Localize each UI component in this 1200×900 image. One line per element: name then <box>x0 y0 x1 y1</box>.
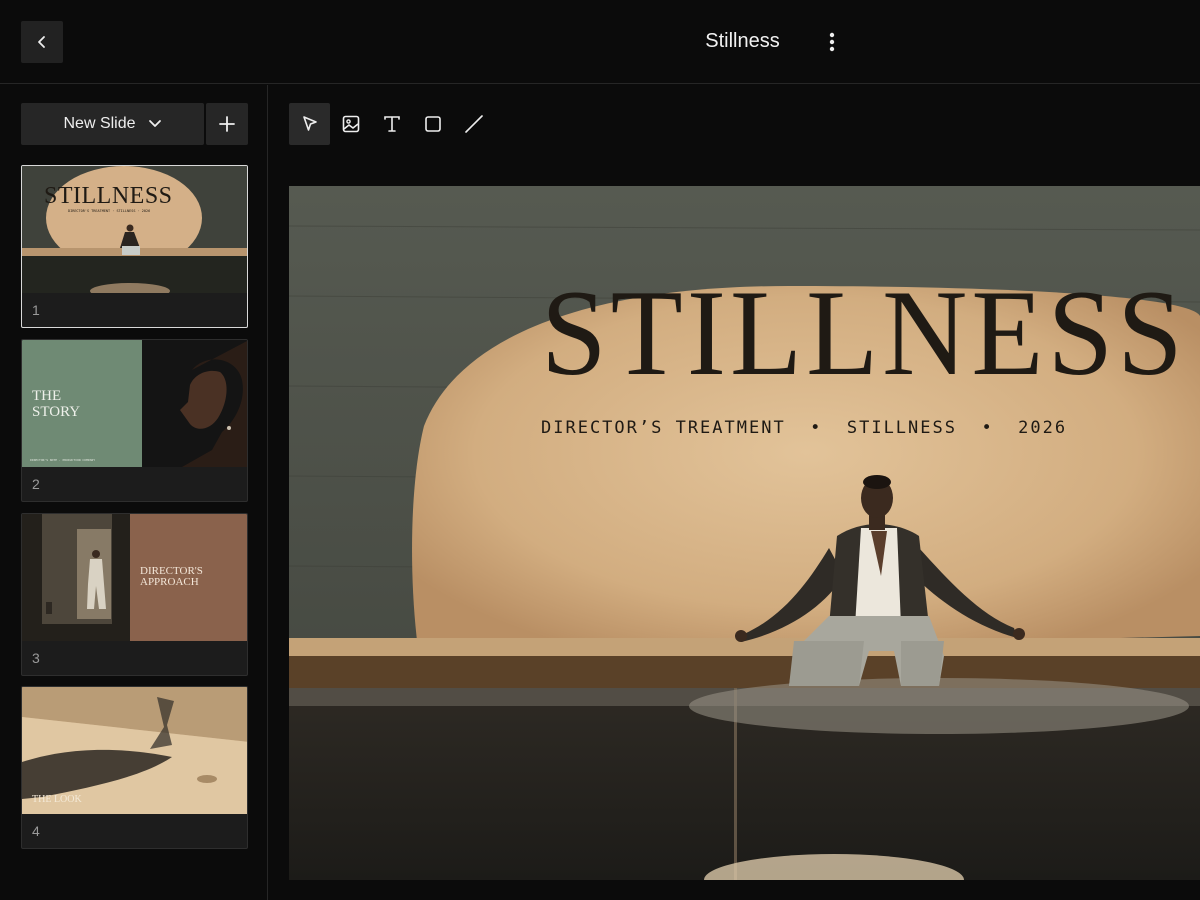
document-title: Stillness <box>705 30 780 52</box>
plus-icon <box>219 116 235 132</box>
back-button[interactable] <box>21 21 63 63</box>
slide-thumbnail-1[interactable]: STILLNESS DIRECTOR'S TREATMENT · STILLNE… <box>21 165 248 328</box>
slide-1-thumb-subtitle: DIRECTOR'S TREATMENT · STILLNESS · 2026 <box>68 209 150 213</box>
line-icon <box>464 115 483 133</box>
rectangle-icon <box>424 116 441 132</box>
slide-subtitle[interactable]: DIRECTOR’S TREATMENT • STILLNESS • 2026 <box>541 418 1067 438</box>
new-slide-label: New Slide <box>63 115 136 132</box>
line-tool-button[interactable] <box>453 103 494 145</box>
slide-2-thumb-footer: DIRECTOR'S NOTE · PRODUCTION COMPANY <box>30 458 95 462</box>
slide-number-2: 2 <box>32 476 40 492</box>
chevron-down-icon <box>148 120 161 127</box>
editor-toolbar <box>289 103 494 145</box>
slide-3-preview: DIRECTOR'S APPROACH <box>22 514 247 641</box>
slide-1-preview: STILLNESS DIRECTOR'S TREATMENT · STILLNE… <box>22 166 247 293</box>
slide-thumbnail-4[interactable]: THE LOOK 4 <box>21 686 248 849</box>
slide-thumbnail-3[interactable]: DIRECTOR'S APPROACH 3 <box>21 513 248 676</box>
more-vertical-icon <box>829 32 835 52</box>
slide-number-1: 1 <box>32 302 40 318</box>
slide-2-preview: THE STORY DIRECTOR'S NOTE · PRODUCTION C… <box>22 340 247 467</box>
rectangle-tool-button[interactable] <box>412 103 453 145</box>
image-icon <box>342 115 359 133</box>
slide-title[interactable]: STILLNESS <box>541 271 1187 395</box>
chevron-left-icon <box>38 36 45 48</box>
add-slide-button[interactable] <box>206 103 248 145</box>
slide-2-thumb-title-line1: THE <box>32 388 61 404</box>
text-icon <box>383 116 400 132</box>
slide-2-thumb-title-line2: STORY <box>32 404 80 420</box>
slide-number-4: 4 <box>32 823 40 839</box>
more-options-button[interactable] <box>820 26 844 58</box>
slide-number-3: 3 <box>32 650 40 666</box>
top-bar: Stillness <box>0 0 1200 84</box>
slides-sidebar: New Slide STILLNESS DIRECTOR'S TREATMENT… <box>0 85 268 900</box>
image-tool-button[interactable] <box>330 103 371 145</box>
slide-3-thumb-title-line2: APPROACH <box>140 576 199 588</box>
slide-thumbnail-2[interactable]: THE STORY DIRECTOR'S NOTE · PRODUCTION C… <box>21 339 248 502</box>
slide-canvas[interactable]: STILLNESS DIRECTOR’S TREATMENT • STILLNE… <box>289 186 1200 880</box>
slide-4-preview: THE LOOK <box>22 687 247 814</box>
text-tool-button[interactable] <box>371 103 412 145</box>
new-slide-button[interactable]: New Slide <box>21 103 204 145</box>
select-tool-button[interactable] <box>289 103 330 145</box>
cursor-arrow-icon <box>302 116 317 131</box>
slide-1-thumb-title: STILLNESS <box>44 183 173 209</box>
slide-4-thumb-title: THE LOOK <box>32 794 82 805</box>
